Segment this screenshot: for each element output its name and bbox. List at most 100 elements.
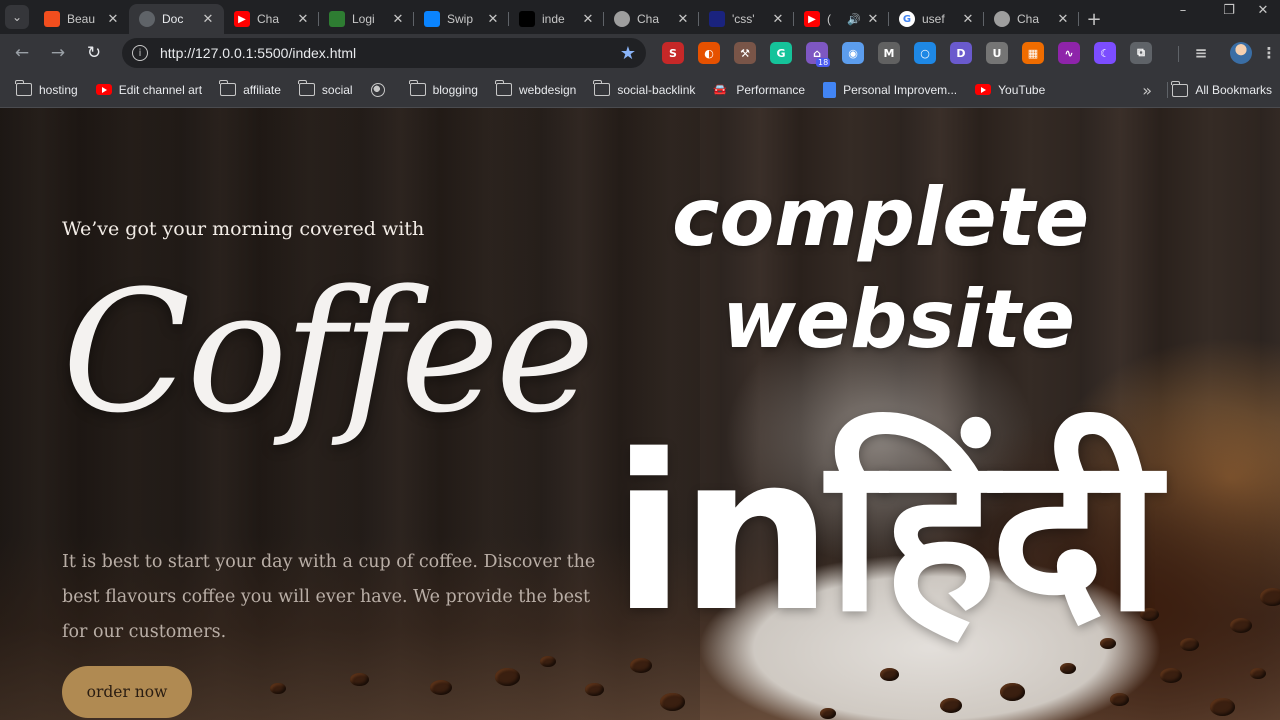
- s-extension-icon[interactable]: S: [662, 42, 684, 64]
- code-icon: [329, 11, 345, 27]
- crescent-extension-icon[interactable]: ☾: [1094, 42, 1116, 64]
- coffee-bean: [880, 668, 899, 682]
- overlay-title-line3: inहिंदी: [612, 408, 1160, 659]
- browser-tab[interactable]: Beau ✕: [34, 4, 129, 34]
- calc-extension-icon[interactable]: ▦: [1022, 42, 1044, 64]
- youtube-icon: ▶: [804, 11, 820, 27]
- bookmark-item[interactable]: webdesign: [490, 76, 582, 104]
- close-tab-icon[interactable]: ✕: [865, 12, 881, 27]
- coffee-bean: [940, 698, 962, 714]
- browser-tab[interactable]: Logi ✕: [319, 4, 414, 34]
- circle-extension-icon[interactable]: ○: [914, 42, 936, 64]
- close-tab-icon[interactable]: ✕: [580, 12, 596, 27]
- bookmark-item[interactable]: 🚘 Performance: [707, 76, 811, 104]
- close-tab-icon[interactable]: ✕: [295, 12, 311, 27]
- youtube-icon: [975, 84, 992, 95]
- browser-tab[interactable]: Cha ✕: [604, 4, 699, 34]
- bookmark-item[interactable]: Edit channel art: [90, 76, 208, 104]
- minimize-button[interactable]: –: [1160, 0, 1206, 20]
- new-tab-button[interactable]: +: [1079, 4, 1109, 34]
- coffee-bean: [1210, 698, 1235, 716]
- close-tab-icon[interactable]: ✕: [390, 12, 406, 27]
- bookmark-item[interactable]: [365, 76, 398, 104]
- camera-extension-icon[interactable]: ◉: [842, 42, 864, 64]
- page-viewport: We’ve got your morning covered with Coff…: [0, 108, 1280, 720]
- close-tab-icon[interactable]: ✕: [770, 12, 786, 27]
- close-tab-icon[interactable]: ✕: [105, 12, 121, 27]
- close-tab-icon[interactable]: ✕: [200, 12, 216, 27]
- coffee-bean: [1060, 663, 1076, 675]
- all-bookmarks[interactable]: All Bookmarks: [1166, 76, 1278, 104]
- browser-tab[interactable]: Swip ✕: [414, 4, 509, 34]
- chatgpt-icon: [614, 11, 630, 27]
- audio-icon[interactable]: 🔊: [847, 13, 861, 26]
- d-extension-icon[interactable]: D: [950, 42, 972, 64]
- browser-tab[interactable]: ▶ (🔊 ✕: [794, 4, 889, 34]
- toolbar-divider: [1178, 46, 1179, 62]
- browser-tab[interactable]: inde ✕: [509, 4, 604, 34]
- youtube-icon: ▶: [234, 11, 250, 27]
- url-text[interactable]: http://127.0.0.1:5500/index.html: [160, 45, 620, 61]
- coffee-bean: [1110, 693, 1129, 707]
- youtube-icon: [95, 84, 112, 95]
- browser-tab[interactable]: 'css' ✕: [699, 4, 794, 34]
- hero-eyebrow: We’ve got your morning covered with: [62, 218, 425, 240]
- tab-title: 'css': [732, 12, 755, 26]
- figma-icon: [44, 11, 60, 27]
- square-icon: [519, 11, 535, 27]
- browser-tab[interactable]: Gusef ✕: [889, 4, 984, 34]
- tab-title: usef: [922, 12, 945, 26]
- close-window-button[interactable]: ✕: [1246, 0, 1280, 20]
- browser-tab[interactable]: ▶ Cha ✕: [224, 4, 319, 34]
- grammarly-extension-icon[interactable]: G: [770, 42, 792, 64]
- dot-icon: [709, 11, 725, 27]
- wave-extension-icon[interactable]: ∿: [1058, 42, 1080, 64]
- globe-icon: [139, 11, 155, 27]
- bookmark-item[interactable]: blogging: [404, 76, 484, 104]
- close-tab-icon[interactable]: ✕: [485, 12, 501, 27]
- tab-search-button[interactable]: ⌄: [0, 3, 34, 31]
- bookmark-item[interactable]: Personal Improvem...: [817, 76, 963, 104]
- profile-avatar[interactable]: [1230, 42, 1252, 64]
- tab-strip: ⌄ Beau ✕ Doc ✕ ▶ Cha ✕ Logi ✕ Swip ✕ inde ✕ Cha ✕'css'…: [0, 0, 1280, 34]
- tab-title: Beau: [67, 12, 96, 26]
- car-icon: 🚘: [713, 84, 728, 96]
- folder-icon: [15, 80, 32, 96]
- puzzle-extension-icon[interactable]: ⧉: [1130, 42, 1152, 64]
- tools-extension-icon[interactable]: ⚒: [734, 42, 756, 64]
- hero-description: It is best to start your day with a cup …: [62, 552, 596, 642]
- reload-button[interactable]: ↻: [76, 35, 112, 71]
- bookmark-label: Personal Improvem...: [843, 82, 958, 97]
- bookmark-label: hosting: [39, 82, 78, 97]
- globe-icon: [370, 82, 385, 97]
- bookmark-item[interactable]: social: [293, 76, 359, 104]
- close-tab-icon[interactable]: ✕: [1055, 12, 1071, 27]
- coffee-bean: [1160, 668, 1182, 684]
- order-now-button[interactable]: order now: [62, 666, 192, 718]
- moon-extension-icon[interactable]: ◐: [698, 42, 720, 64]
- bookmark-label: Performance: [736, 82, 806, 97]
- tab-title: Logi: [352, 12, 375, 26]
- close-tab-icon[interactable]: ✕: [960, 12, 976, 27]
- u-extension-icon[interactable]: U: [986, 42, 1008, 64]
- media-control-icon[interactable]: ≡: [1190, 42, 1212, 64]
- address-bar[interactable]: i http://127.0.0.1:5500/index.html ★: [122, 38, 646, 68]
- more-bookmarks-icon[interactable]: »: [1142, 72, 1152, 108]
- bookmark-item[interactable]: YouTube: [969, 76, 1051, 104]
- back-button[interactable]: ←: [4, 35, 40, 71]
- folder-icon: [1171, 80, 1189, 97]
- bookmark-item[interactable]: hosting: [10, 76, 84, 104]
- coffee-bean: [1000, 683, 1025, 701]
- bookmark-star-icon[interactable]: ★: [620, 43, 636, 64]
- swiper-icon: [424, 11, 440, 27]
- site-info-icon[interactable]: i: [132, 45, 148, 61]
- bookmark-item[interactable]: social-backlink: [588, 76, 701, 104]
- m-extension-icon[interactable]: M: [878, 42, 900, 64]
- browser-tab[interactable]: Doc ✕: [129, 4, 224, 34]
- close-tab-icon[interactable]: ✕: [675, 12, 691, 27]
- forward-button[interactable]: →: [40, 35, 76, 71]
- menu-kebab-icon[interactable]: ⋮: [1262, 42, 1277, 64]
- folder-icon: [593, 80, 611, 96]
- browser-tab[interactable]: Cha ✕: [984, 4, 1079, 34]
- bookmark-item[interactable]: affiliate: [214, 76, 287, 104]
